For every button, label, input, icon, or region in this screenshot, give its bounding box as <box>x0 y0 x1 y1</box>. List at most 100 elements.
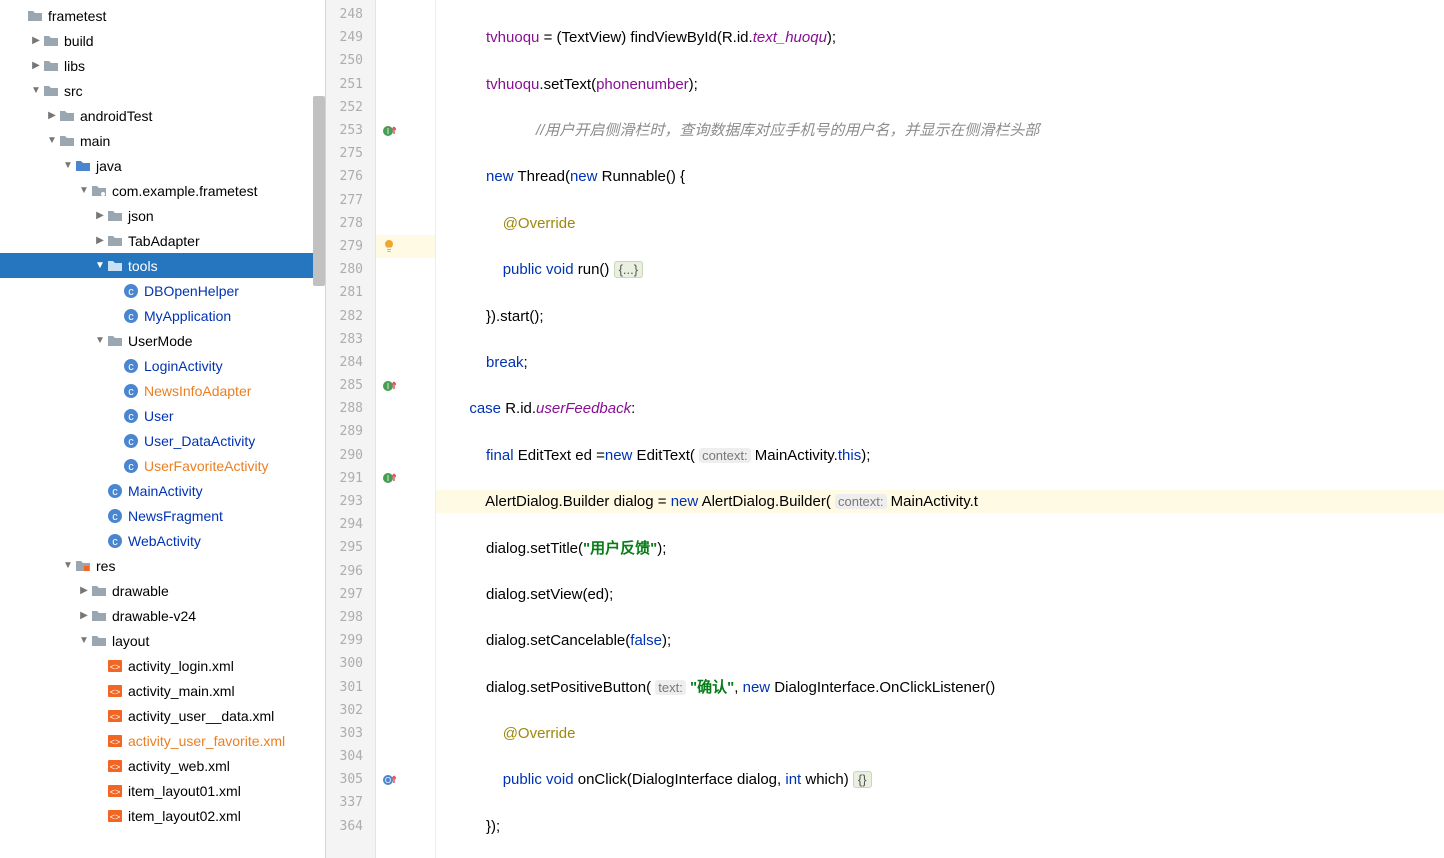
tree-newsfrag[interactable]: cNewsFragment <box>0 503 325 528</box>
line-num: 252 <box>326 96 375 119</box>
override-marker-icon[interactable]: O <box>382 773 396 787</box>
svg-text:c: c <box>128 461 134 473</box>
line-num: 285 <box>326 374 375 397</box>
tree-label: NewsInfoAdapter <box>144 383 251 399</box>
tree-src[interactable]: ▼src <box>0 78 325 103</box>
line-num: 289 <box>326 420 375 443</box>
svg-text:O: O <box>385 776 391 785</box>
tree-root[interactable]: frametest <box>0 3 325 28</box>
tree-layout[interactable]: ▼layout <box>0 628 325 653</box>
tree-label: activity_login.xml <box>128 658 234 674</box>
tree-label: layout <box>112 633 149 649</box>
tree-label: User <box>144 408 174 424</box>
project-tree[interactable]: frametest ▶build ▶libs ▼src ▶androidTest… <box>0 0 326 858</box>
tree-java[interactable]: ▼java <box>0 153 325 178</box>
tree-user[interactable]: cUser <box>0 403 325 428</box>
svg-text:I: I <box>387 127 389 136</box>
tree-item2[interactable]: <>item_layout02.xml <box>0 803 325 828</box>
implement-marker-icon[interactable]: I <box>382 379 396 393</box>
tree-actuserdata[interactable]: <> activity_user__data.xml <box>0 703 325 728</box>
line-num: 297 <box>326 583 375 606</box>
svg-text:c: c <box>128 311 134 323</box>
svg-text:<>: <> <box>110 687 121 697</box>
tree-label: drawable-v24 <box>112 608 196 624</box>
line-num: 283 <box>326 328 375 351</box>
implement-marker-icon[interactable]: I <box>382 471 396 485</box>
tree-build[interactable]: ▶build <box>0 28 325 53</box>
line-num: 303 <box>326 722 375 745</box>
line-gutter: 248 249 250 251 252 253 275 276 277 278 … <box>326 0 376 858</box>
tree-json[interactable]: ▶json <box>0 203 325 228</box>
tree-label: activity_user_favorite.xml <box>128 733 285 749</box>
line-num: 253 <box>326 119 375 142</box>
tree-label: MyApplication <box>144 308 231 324</box>
tree-mainact[interactable]: cMainActivity <box>0 478 325 503</box>
line-num: 276 <box>326 165 375 188</box>
tree-usermode[interactable]: ▼UserMode <box>0 328 325 353</box>
line-num: 294 <box>326 513 375 536</box>
tree-dbopen[interactable]: cDBOpenHelper <box>0 278 325 303</box>
line-num: 281 <box>326 281 375 304</box>
tree-actuserfav[interactable]: <> activity_user_favorite.xml <box>0 728 325 753</box>
svg-text:<>: <> <box>110 712 121 722</box>
svg-text:<>: <> <box>110 737 121 747</box>
tree-label: MainActivity <box>128 483 203 499</box>
tree-libs[interactable]: ▶libs <box>0 53 325 78</box>
tree-userdata[interactable]: c User_DataActivity <box>0 428 325 453</box>
tree-label: res <box>96 558 115 574</box>
line-num: 300 <box>326 652 375 675</box>
line-num: 302 <box>326 699 375 722</box>
line-num: 250 <box>326 49 375 72</box>
tree-actmain[interactable]: <> activity_main.xml <box>0 678 325 703</box>
code-editor[interactable]: 248 249 250 251 252 253 275 276 277 278 … <box>326 0 1444 858</box>
tree-webact[interactable]: cWebActivity <box>0 528 325 553</box>
line-num: 288 <box>326 397 375 420</box>
tree-res[interactable]: ▼res <box>0 553 325 578</box>
tree-label: item_layout01.xml <box>128 783 241 799</box>
tree-label: DBOpenHelper <box>144 283 239 299</box>
line-num: 304 <box>326 745 375 768</box>
line-num: 295 <box>326 536 375 559</box>
line-num: 364 <box>326 815 375 838</box>
tree-item1[interactable]: <>item_layout01.xml <box>0 778 325 803</box>
svg-text:<>: <> <box>110 812 121 822</box>
bulb-icon[interactable] <box>382 239 396 253</box>
marker-column: I I I O <box>376 0 436 858</box>
tree-label: build <box>64 33 94 49</box>
line-num: 298 <box>326 606 375 629</box>
fold-region[interactable]: {} <box>853 771 872 788</box>
line-num: 277 <box>326 189 375 212</box>
tree-myapp[interactable]: c MyApplication <box>0 303 325 328</box>
svg-text:c: c <box>128 436 134 448</box>
tree-tabadapter[interactable]: ▶TabAdapter <box>0 228 325 253</box>
tree-label: activity_user__data.xml <box>128 708 274 724</box>
tree-label: tools <box>128 258 158 274</box>
tree-label: activity_main.xml <box>128 683 235 699</box>
tree-label: libs <box>64 58 85 74</box>
line-num: 291 <box>326 467 375 490</box>
tree-drawable[interactable]: ▶drawable <box>0 578 325 603</box>
svg-text:c: c <box>112 536 118 548</box>
tree-userfav[interactable]: cUserFavoriteActivity <box>0 453 325 478</box>
tree-main[interactable]: ▼main <box>0 128 325 153</box>
tree-androidtest[interactable]: ▶androidTest <box>0 103 325 128</box>
tree-drawable24[interactable]: ▶drawable-v24 <box>0 603 325 628</box>
tree-tools[interactable]: ▼tools <box>0 253 325 278</box>
tree-scrollbar[interactable] <box>313 96 325 286</box>
line-num: 275 <box>326 142 375 165</box>
fold-region[interactable]: {...} <box>614 261 644 278</box>
tree-loginact[interactable]: cLoginActivity <box>0 353 325 378</box>
tree-label: src <box>64 83 83 99</box>
svg-text:I: I <box>387 382 389 391</box>
tree-label: json <box>128 208 154 224</box>
line-num: 248 <box>326 3 375 26</box>
tree-pkg[interactable]: ▼com.example.frametest <box>0 178 325 203</box>
line-num: 284 <box>326 351 375 374</box>
code-area[interactable]: tvhuoqu = (TextView) findViewById(R.id.t… <box>436 0 1444 858</box>
svg-text:c: c <box>112 511 118 523</box>
implement-marker-icon[interactable]: I <box>382 124 396 138</box>
tree-actweb[interactable]: <>activity_web.xml <box>0 753 325 778</box>
tree-label: User_DataActivity <box>144 433 255 449</box>
tree-actlogin[interactable]: <>activity_login.xml <box>0 653 325 678</box>
tree-newsinfo[interactable]: cNewsInfoAdapter <box>0 378 325 403</box>
